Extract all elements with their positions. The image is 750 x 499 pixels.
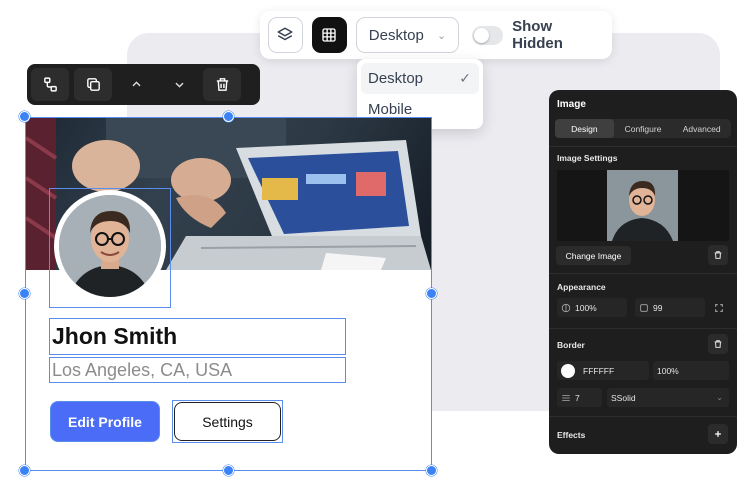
grid-icon — [322, 28, 337, 42]
image-settings-label: Image Settings — [557, 153, 618, 163]
device-select[interactable]: Desktop ⌄ — [355, 17, 460, 53]
appearance-label: Appearance — [557, 282, 606, 292]
element-toolbar — [27, 64, 260, 105]
radius-value: 99 — [653, 302, 663, 313]
delete-image-button[interactable] — [708, 245, 728, 265]
image-preview — [557, 170, 729, 241]
border-color-swatch[interactable] — [561, 363, 575, 378]
border-opacity-value: 100% — [657, 365, 679, 376]
edit-profile-button[interactable]: Edit Profile — [50, 401, 160, 442]
settings-button-frame: Settings — [172, 400, 283, 443]
layers-icon — [277, 27, 293, 41]
layers-button[interactable] — [268, 17, 303, 53]
image-thumbnail[interactable] — [607, 170, 678, 241]
border-width-icon — [562, 394, 570, 401]
border-style-value: SSolid — [611, 392, 636, 403]
profile-card[interactable]: Jhon Smith Los Angeles, CA, USA Edit Pro… — [25, 117, 432, 471]
expand-icon — [715, 304, 723, 312]
avatar-frame[interactable] — [49, 188, 171, 308]
border-color-value: FFFFFF — [583, 365, 615, 376]
select-parent-button[interactable] — [31, 68, 69, 101]
chevron-down-icon — [174, 82, 184, 88]
tab-design[interactable]: Design — [555, 119, 614, 138]
add-effect-button[interactable] — [708, 424, 728, 444]
delete-button[interactable] — [203, 68, 241, 101]
duplicate-icon — [86, 78, 100, 91]
delete-border-button[interactable] — [708, 334, 728, 354]
trash-icon — [216, 78, 228, 91]
change-image-button[interactable]: Change Image — [556, 246, 631, 265]
opacity-field[interactable]: 100% — [557, 298, 627, 317]
chevron-up-icon — [131, 81, 141, 87]
resize-handle-top-left[interactable] — [19, 111, 30, 122]
trash-icon — [714, 340, 722, 348]
profile-location: Los Angeles, CA, USA — [52, 359, 233, 380]
chevron-down-icon: ⌄ — [436, 29, 447, 42]
resize-handle-bottom[interactable] — [223, 465, 234, 476]
border-width-field[interactable]: 7 — [557, 388, 602, 407]
location-text-frame[interactable]: Los Angeles, CA, USA — [49, 357, 346, 383]
tab-advanced[interactable]: Advanced — [672, 119, 731, 138]
divider — [549, 146, 737, 147]
hierarchy-icon — [43, 77, 57, 92]
dropdown-option-label: Desktop — [368, 70, 424, 87]
resize-handle-bottom-left[interactable] — [19, 465, 30, 476]
show-hidden-label: Show Hidden — [512, 18, 563, 52]
device-select-value: Desktop — [368, 26, 424, 44]
divider — [549, 328, 737, 329]
settings-button[interactable]: Settings — [174, 402, 281, 441]
opacity-value: 100% — [575, 302, 597, 313]
move-down-button[interactable] — [160, 68, 198, 101]
border-width-value: 7 — [575, 392, 580, 403]
border-color-field[interactable]: FFFFFF — [557, 361, 649, 380]
panel-tabs: Design Configure Advanced — [555, 119, 731, 138]
expand-corners-button[interactable] — [709, 298, 729, 318]
dropdown-option-desktop[interactable]: Desktop ✓ — [361, 63, 479, 94]
properties-panel: Image Design Configure Advanced Image Se… — [549, 90, 737, 454]
dropdown-option-label: Mobile — [368, 101, 413, 118]
border-label: Border — [557, 340, 585, 350]
grid-button[interactable] — [311, 17, 347, 53]
border-opacity-field[interactable]: 100% — [653, 361, 729, 380]
resize-handle-bottom-right[interactable] — [426, 465, 437, 476]
resize-handle-top[interactable] — [223, 111, 234, 122]
name-text-frame[interactable]: Jhon Smith — [49, 318, 346, 355]
chevron-down-icon: ⌄ — [716, 393, 723, 402]
effects-label: Effects — [557, 430, 586, 440]
check-icon: ✓ — [459, 70, 471, 86]
divider — [549, 273, 737, 274]
opacity-icon — [561, 303, 571, 312]
radius-field[interactable]: 99 — [635, 298, 705, 317]
plus-icon — [715, 431, 721, 437]
trash-icon — [714, 251, 722, 259]
duplicate-button[interactable] — [74, 68, 112, 101]
show-hidden-toggle[interactable] — [472, 25, 504, 45]
divider — [549, 416, 737, 417]
toggle-knob — [474, 27, 490, 43]
resize-handle-right[interactable] — [426, 288, 437, 299]
radius-icon — [640, 303, 648, 312]
avatar-photo — [59, 195, 161, 297]
border-style-select[interactable]: SSolid ⌄ — [607, 388, 729, 407]
resize-handle-left[interactable] — [19, 288, 30, 299]
top-toolbar: Desktop ⌄ Show Hidden — [260, 11, 612, 59]
avatar[interactable] — [54, 190, 166, 302]
profile-name: Jhon Smith — [52, 323, 178, 349]
move-up-button[interactable] — [117, 68, 155, 101]
panel-title: Image — [557, 99, 586, 110]
tab-configure[interactable]: Configure — [614, 119, 673, 138]
